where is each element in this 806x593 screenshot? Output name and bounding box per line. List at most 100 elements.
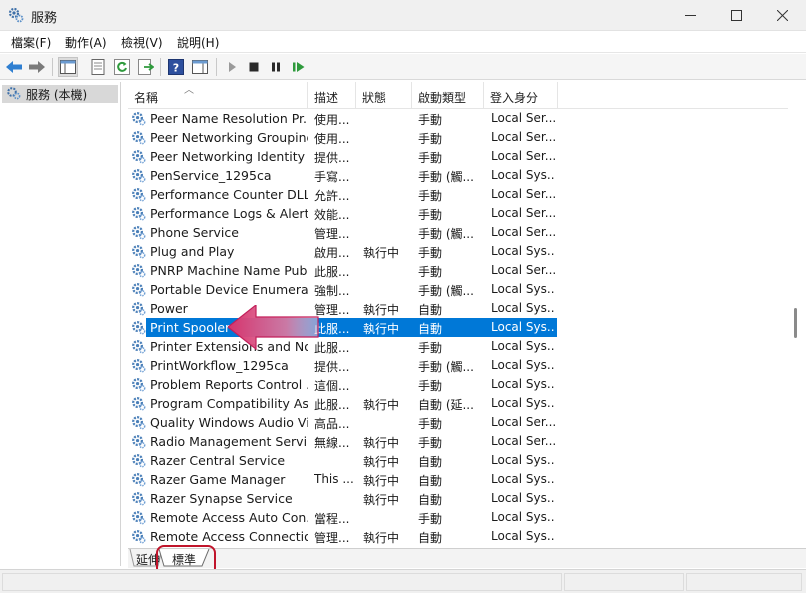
service-row[interactable]: Plug and Play 啟用... 執行中 手動 Local Sys... — [128, 242, 793, 261]
service-name: Remote Access Connectio... — [150, 529, 308, 544]
service-description: 此服... — [314, 398, 350, 412]
service-description: 此服... — [314, 322, 350, 336]
service-row[interactable]: Quality Windows Audio Vi... 高品... 手動 Local … — [128, 413, 793, 432]
service-gear-icon — [131, 510, 146, 528]
menu-bar: 檔案(F) 動作(A) 檢視(V) 說明(H) — [0, 31, 806, 53]
service-startup-type: 手動 (觸... — [418, 284, 474, 298]
service-startup-type: 手動 — [418, 265, 443, 279]
service-row[interactable]: Remote Access Auto Con... 當程... 手動 Local Sy… — [128, 508, 793, 527]
help-icon[interactable]: ? — [166, 57, 186, 77]
service-description: 無線... — [314, 436, 350, 450]
service-gear-icon — [131, 358, 146, 376]
service-gear-icon — [131, 149, 146, 167]
properties-page-icon[interactable] — [88, 57, 108, 77]
tree-item-label: 服務 (本機) — [26, 87, 88, 102]
service-log-on-as: Local Sys... — [491, 358, 555, 372]
show-action-pane-icon[interactable] — [190, 57, 210, 77]
service-row[interactable]: PrintWorkflow_1295ca 提供... 手動 (觸... Local S… — [128, 356, 793, 375]
service-description: 這個... — [314, 379, 350, 393]
service-description: 啟用... — [314, 246, 350, 260]
service-row[interactable]: Peer Name Resolution Pr... 使用... 手動 Local S… — [128, 109, 793, 128]
service-startup-type: 手動 — [418, 436, 443, 450]
service-row[interactable]: Phone Service 管理... 手動 (觸... Local Ser... — [128, 223, 793, 242]
service-log-on-as: Local Ser... — [491, 206, 555, 220]
service-startup-type: 自動 — [418, 455, 443, 469]
service-gear-icon — [131, 491, 146, 509]
menu-file[interactable]: 檔案(F) — [11, 34, 51, 51]
service-name: PrintWorkflow_1295ca — [150, 358, 289, 373]
service-gear-icon — [131, 529, 146, 547]
title-bar: 服務 — [0, 0, 806, 31]
service-log-on-as: Local Sys... — [491, 282, 555, 296]
pause-service-icon[interactable] — [266, 57, 286, 77]
column-header-log-on-as[interactable]: 登入身分 — [484, 82, 558, 109]
column-header-name[interactable]: ︿ 名稱 — [128, 82, 308, 109]
minimize-button[interactable] — [667, 0, 713, 31]
sort-ascending-icon: ︿ — [184, 85, 194, 96]
service-log-on-as: Local Sys... — [491, 320, 555, 334]
stop-service-icon[interactable] — [244, 57, 264, 77]
service-row[interactable]: PNRP Machine Name Pub... 此服... 手動 Local Ser… — [128, 261, 793, 280]
service-description: 使用... — [314, 113, 350, 127]
service-row[interactable]: Problem Reports Control ... 這個... 手動 Local … — [128, 375, 793, 394]
service-startup-type: 手動 — [418, 512, 443, 526]
service-status: 執行中 — [363, 493, 400, 507]
restart-service-icon[interactable] — [289, 57, 309, 77]
service-gear-icon — [131, 282, 146, 300]
service-startup-type: 手動 (觸... — [418, 227, 474, 241]
menu-view[interactable]: 檢視(V) — [121, 34, 163, 51]
service-row[interactable]: Radio Management Servi... 無線... 執行中 手動 Local… — [128, 432, 793, 451]
service-row[interactable]: Razer Central Service 執行中 自動 Local Sys... — [128, 451, 793, 470]
service-log-on-as: Local Sys... — [491, 491, 555, 505]
service-log-on-as: Local Sys... — [491, 244, 555, 258]
service-log-on-as: Local Sys... — [491, 529, 555, 543]
service-row[interactable]: Peer Networking Grouping 使用... 手動 Local Ser… — [128, 128, 793, 147]
service-row[interactable]: Program Compatibility As... 此服... 執行中 自動 (延… — [128, 394, 793, 413]
tree-item-services-local[interactable]: 服務 (本機) — [2, 85, 118, 103]
service-log-on-as: Local Sys... — [491, 453, 555, 467]
services-gear-icon — [8, 7, 24, 26]
close-button[interactable] — [759, 0, 805, 31]
service-row[interactable]: PenService_1295ca 手寫... 手動 (觸... Local Sys.… — [128, 166, 793, 185]
service-row[interactable]: Portable Device Enumerat... 強制... 手動 (觸...… — [128, 280, 793, 299]
service-row[interactable]: Performance Logs & Alerts 效能... 手動 Local Se… — [128, 204, 793, 223]
refresh-icon[interactable] — [112, 57, 132, 77]
vertical-scrollbar[interactable] — [788, 82, 802, 548]
service-description: 此服... — [314, 341, 350, 355]
svg-text:?: ? — [173, 62, 179, 75]
service-row[interactable]: Razer Synapse Service 執行中 自動 Local Sys... — [128, 489, 793, 508]
scrollbar-thumb[interactable] — [794, 308, 797, 338]
menu-help[interactable]: 說明(H) — [177, 34, 219, 51]
back-arrow-icon[interactable] — [4, 57, 24, 77]
service-status: 執行中 — [363, 531, 400, 545]
service-name: Portable Device Enumerat... — [150, 282, 308, 297]
start-service-icon[interactable] — [222, 57, 242, 77]
service-row[interactable]: Razer Game Manager This ... 執行中 自動 Local Sys… — [128, 470, 793, 489]
column-header-status[interactable]: 狀態 — [356, 82, 412, 109]
service-name: Problem Reports Control ... — [150, 377, 308, 392]
service-startup-type: 手動 — [418, 132, 443, 146]
service-log-on-as: Local Ser... — [491, 187, 555, 201]
service-log-on-as: Local Ser... — [491, 434, 555, 448]
service-row[interactable]: Peer Networking Identity ... 提供... 手動 Local… — [128, 147, 793, 166]
service-description: 管理... — [314, 227, 350, 241]
service-row[interactable]: Remote Access Connectio... 管理... 執行中 自動 Loca… — [128, 527, 793, 546]
show-hide-console-tree-icon[interactable] — [58, 57, 78, 77]
service-description: 允許... — [314, 189, 350, 203]
export-list-icon[interactable] — [136, 57, 156, 77]
forward-arrow-icon[interactable] — [27, 57, 47, 77]
maximize-button[interactable] — [713, 0, 759, 31]
column-header-description[interactable]: 描述 — [308, 82, 356, 109]
menu-action[interactable]: 動作(A) — [65, 34, 107, 51]
service-gear-icon — [131, 339, 146, 357]
service-description: 當程... — [314, 512, 350, 526]
service-gear-icon — [131, 301, 146, 319]
annotation-arrow-icon — [228, 305, 319, 351]
toolbar: ? — [0, 54, 806, 80]
service-startup-type: 自動 — [418, 322, 443, 336]
service-row[interactable]: Performance Counter DLL ... 允許... 手動 Local … — [128, 185, 793, 204]
service-status: 執行中 — [363, 246, 400, 260]
service-gear-icon — [131, 453, 146, 471]
services-gear-icon — [6, 86, 22, 103]
column-header-startup-type[interactable]: 啟動類型 — [412, 82, 484, 109]
